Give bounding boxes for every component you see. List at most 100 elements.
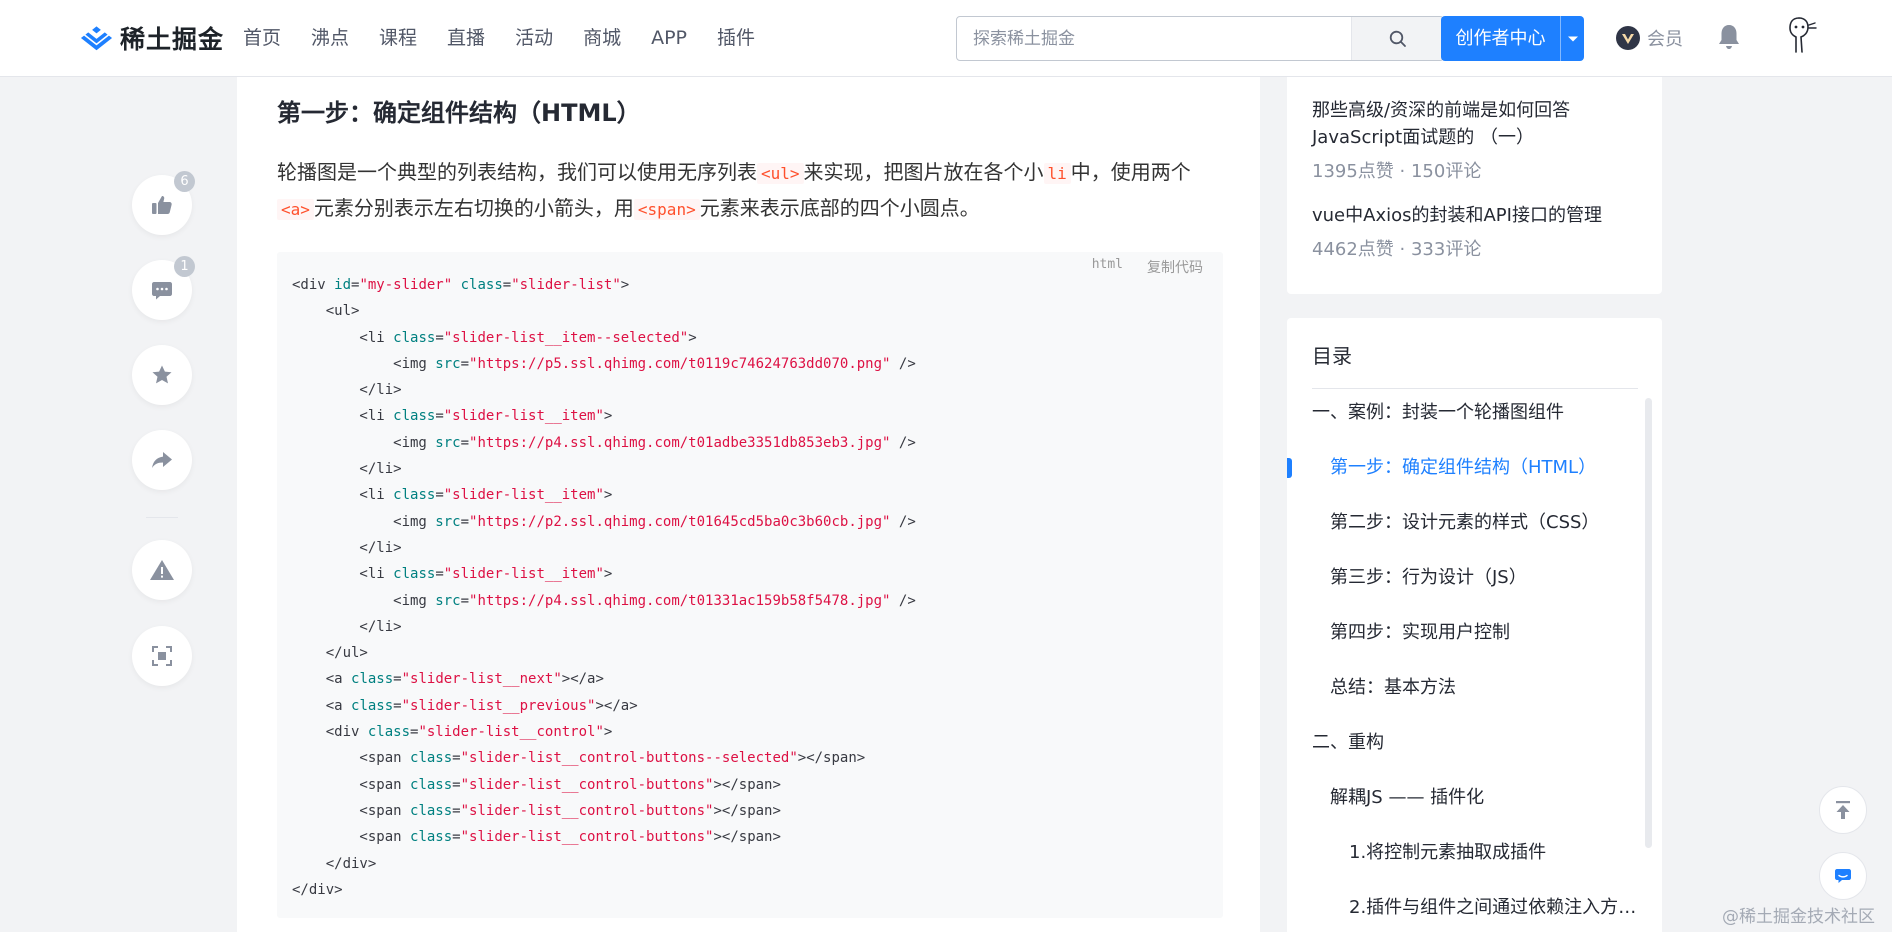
vip-label: 会员 [1647, 29, 1683, 50]
paragraph-text: 元素来表示底部的四个小圆点。 [699, 196, 980, 220]
nav-events[interactable]: 活动 [515, 25, 553, 51]
like-button[interactable]: 6 [132, 171, 195, 235]
paragraph-text: 轮播图是一个典型的列表结构，我们可以使用无序列表 [277, 160, 757, 184]
toc-item-active[interactable]: 第一步：确定组件结构（HTML） [1287, 453, 1642, 483]
code-line: <span class="slider-list__control-button… [292, 776, 781, 793]
share-button[interactable] [132, 430, 192, 490]
nav-courses[interactable]: 课程 [379, 25, 417, 51]
nav-plugins[interactable]: 插件 [717, 25, 755, 51]
chat-bubble-icon [1835, 869, 1851, 883]
nav-shop[interactable]: 商城 [583, 25, 621, 51]
code-line: <div class="slider-list__control"> [292, 724, 613, 741]
paragraph-text: 来实现，把图片放在各个小 [803, 160, 1044, 184]
thumbs-up-icon [152, 196, 172, 214]
toc-item[interactable]: 总结：基本方法 [1287, 673, 1642, 703]
code-line: </li> [292, 382, 402, 399]
code-line: </li> [292, 618, 402, 635]
code-line: </div> [292, 881, 343, 898]
toc-item[interactable]: 第三步：行为设计（JS） [1287, 563, 1642, 593]
section-heading: 第一步：确定组件结构（HTML） [277, 99, 641, 127]
bell-icon[interactable] [1716, 22, 1742, 52]
vip-link[interactable]: 会员 [1615, 25, 1683, 51]
logo-text: 稀土掘金 [120, 25, 225, 54]
inline-code: <a> [277, 199, 314, 220]
code-line: <img src="https://p5.ssl.qhimg.com/t0119… [292, 355, 916, 372]
juejin-logo-icon [80, 26, 113, 51]
nav-live[interactable]: 直播 [447, 25, 485, 51]
juejin-logo[interactable]: 稀土掘金 [79, 22, 224, 54]
code-line: <a class="slider-list__previous"></a> [292, 697, 638, 714]
code-line: <li class="slider-list__item"> [292, 566, 613, 583]
code-line: <span class="slider-list__control-button… [292, 829, 781, 846]
inline-code: li [1043, 163, 1071, 184]
toc-item[interactable]: 一、案例：封装一个轮播图组件 [1287, 398, 1642, 428]
code-line: </li> [292, 461, 402, 478]
nav-home[interactable]: 首页 [243, 25, 281, 51]
share-arrow-icon [152, 452, 172, 468]
code-line: <div id="my-slider" class="slider-list"> [292, 277, 630, 293]
feedback-button[interactable] [1819, 852, 1867, 900]
search-input[interactable] [957, 17, 1353, 60]
search-button[interactable] [1351, 17, 1443, 60]
toc-item[interactable]: 1.将控制元素抽取成插件 [1287, 838, 1642, 868]
related-article-meta: 4462点赞 · 333评论 [1312, 239, 1482, 260]
back-to-top-button[interactable] [1819, 786, 1867, 834]
paragraph-text: 中，使用两个 [1070, 160, 1191, 184]
code-line: <img src="https://p4.ssl.qhimg.com/t01ad… [292, 434, 916, 451]
toc-item[interactable]: 第四步：实现用户控制 [1287, 618, 1642, 648]
code-line: <li class="slider-list__item"> [292, 408, 613, 425]
main-nav: 首页 沸点 课程 直播 活动 商城 APP 插件 [243, 25, 785, 51]
focus-mode-button[interactable] [132, 626, 192, 686]
code-line: <img src="https://p4.ssl.qhimg.com/t0133… [292, 592, 916, 609]
watermark: @稀土掘金技术社区 [1722, 907, 1875, 927]
warning-icon [150, 560, 174, 580]
report-button[interactable] [132, 540, 192, 600]
code-language-label: html [1091, 257, 1123, 272]
code-line: <li class="slider-list__item--selected"> [292, 329, 697, 346]
toc-card: 目录 一、案例：封装一个轮播图组件 第一步：确定组件结构（HTML） 第二步：设计元… [1287, 318, 1662, 932]
nav-app[interactable]: APP [651, 25, 687, 51]
toc-item[interactable]: 解耦JS —— 插件化 [1287, 783, 1642, 813]
caret-down-icon [1567, 36, 1578, 41]
toc-item[interactable]: 二、重构 [1287, 728, 1642, 758]
inline-code: <span> [633, 199, 700, 220]
related-article-title[interactable]: vue中Axios的封装和API接口的管理 [1312, 202, 1642, 229]
comment-button[interactable]: 1 [132, 256, 195, 320]
fullscreen-icon [152, 646, 172, 666]
vip-icon [1616, 26, 1640, 50]
back-to-top-icon [1836, 801, 1850, 819]
related-article-item[interactable]: vue中Axios的封装和API接口的管理 4462点赞 · 333评论 [1312, 202, 1642, 261]
code-line: <span class="slider-list__control-button… [292, 802, 781, 819]
code-line: <ul> [292, 303, 360, 320]
like-count-badge: 6 [174, 171, 195, 192]
copy-code-button[interactable]: 复制代码 [1147, 257, 1203, 277]
code-line: </div> [292, 855, 377, 872]
search-icon [1389, 30, 1406, 47]
code-lines: <div id="my-slider" class="slider-list">… [292, 272, 916, 903]
code-block: html 复制代码 <div id="my-slider" class="sli… [277, 252, 1223, 918]
toc-title: 目录 [1312, 344, 1352, 368]
creator-center-button[interactable]: 创作者中心 [1441, 16, 1584, 61]
related-articles-card: 那些高级/资深的前端是如何回答JavaScript面试题的 （一） 1395点赞… [1287, 77, 1662, 294]
user-avatar[interactable] [1781, 14, 1821, 56]
star-icon [152, 365, 172, 384]
related-article-item[interactable]: 那些高级/资深的前端是如何回答JavaScript面试题的 （一） 1395点赞… [1312, 97, 1642, 183]
favorite-button[interactable] [132, 345, 192, 405]
article-paragraph: 轮播图是一个典型的列表结构，我们可以使用无序列表 <ul> 来实现，把图片放在各个小… [277, 155, 1217, 227]
code-line: <img src="https://p2.ssl.qhimg.com/t0164… [292, 513, 916, 530]
creator-center-label[interactable]: 创作者中心 [1441, 16, 1560, 61]
search-box [956, 16, 1444, 61]
nav-pins[interactable]: 沸点 [311, 25, 349, 51]
inline-code: <ul> [757, 163, 804, 184]
action-panel-divider [146, 517, 178, 518]
top-header: 稀土掘金 首页 沸点 课程 直播 活动 商城 APP 插件 创作者中心 [0, 0, 1892, 77]
code-line: <span class="slider-list__control-button… [292, 750, 866, 767]
related-article-title[interactable]: 那些高级/资深的前端是如何回答JavaScript面试题的 （一） [1312, 97, 1642, 151]
comment-count-badge: 1 [174, 256, 195, 277]
toc-scrollbar[interactable] [1645, 398, 1652, 848]
toc-item[interactable]: 第二步：设计元素的样式（CSS） [1287, 508, 1642, 538]
toc-divider [1312, 388, 1638, 389]
creator-dropdown-button[interactable] [1560, 16, 1584, 61]
toc-item[interactable]: 2.插件与组件之间通过依赖注入方式建立联系 [1287, 893, 1642, 923]
code-line: <a class="slider-list__next"></a> [292, 671, 604, 688]
